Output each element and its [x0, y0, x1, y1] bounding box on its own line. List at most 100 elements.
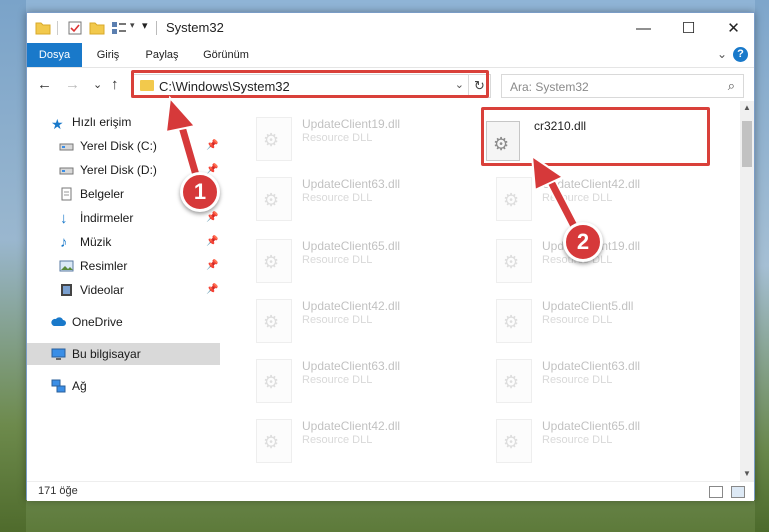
file-thumbnail: ⚙: [256, 177, 292, 221]
file-thumbnail: ⚙: [256, 117, 292, 161]
sidebar-item-quick-access[interactable]: ★ Hızlı erişim: [27, 111, 220, 133]
gear-icon: ⚙: [263, 312, 280, 332]
ribbon-tabs: Dosya Giriş Paylaş Görünüm ⌄ ?: [27, 43, 754, 67]
file-item[interactable]: ⚙ UpdateClient19.dll Resource DLL: [230, 109, 460, 165]
file-item[interactable]: ⚙ UpdateClient63.dll Resource DLL: [230, 169, 460, 225]
tab-file[interactable]: Dosya: [27, 43, 82, 67]
search-icon[interactable]: ⌕: [728, 78, 735, 94]
forward-button[interactable]: →: [65, 76, 80, 93]
scrollbar-thumb[interactable]: [742, 121, 752, 167]
search-box[interactable]: Ara: System32 ⌕: [501, 74, 744, 98]
recent-locations-button[interactable]: ⌄: [93, 78, 102, 91]
sidebar-item-label: İndirmeler: [80, 211, 134, 225]
cloud-icon: [51, 317, 66, 326]
gear-icon: ⚙: [503, 190, 520, 210]
file-type: Resource DLL: [302, 314, 373, 326]
file-name: UpdateClient65.dll: [302, 239, 401, 253]
star-icon: ★: [51, 116, 64, 132]
sidebar-item-music[interactable]: ♪ Müzik 📌: [27, 231, 220, 253]
pin-icon[interactable]: 📌: [206, 279, 218, 301]
sidebar-item-label: Yerel Disk (C:): [80, 139, 157, 153]
qa-separator: [57, 21, 58, 35]
new-folder-icon[interactable]: [89, 20, 105, 36]
title-separator: [156, 21, 157, 35]
tab-home[interactable]: Giriş: [89, 43, 127, 67]
file-type: Resource DLL: [302, 374, 373, 386]
file-item[interactable]: ⚙ UpdateClient42.dll Resource DLL: [230, 291, 460, 347]
help-icon[interactable]: ?: [733, 47, 748, 62]
file-thumbnail: ⚙: [256, 419, 292, 463]
tab-view[interactable]: Görünüm: [197, 43, 255, 67]
sidebar-item-this-pc[interactable]: Bu bilgisayar: [27, 343, 220, 365]
expand-ribbon-icon[interactable]: ⌄: [717, 47, 727, 61]
sidebar-item-videos[interactable]: Videolar 📌: [27, 279, 220, 301]
details-view-icon[interactable]: [709, 486, 723, 498]
file-type: Resource DLL: [542, 374, 613, 386]
video-icon: [61, 284, 72, 296]
sidebar-item-network[interactable]: Ağ: [27, 375, 220, 397]
scroll-down-icon[interactable]: ▼: [740, 467, 754, 481]
scroll-up-icon[interactable]: ▲: [740, 101, 754, 115]
up-button[interactable]: ↑: [111, 76, 119, 93]
file-thumbnail: ⚙: [256, 299, 292, 343]
qa-dropdown-icon[interactable]: ▾: [130, 20, 135, 31]
search-placeholder[interactable]: Ara: System32: [510, 80, 589, 94]
file-name: UpdateClient19.dll: [302, 117, 401, 131]
drive-icon: [59, 167, 74, 175]
sidebar-item-label: Bu bilgisayar: [72, 347, 141, 361]
folder-icon: [35, 22, 51, 35]
gear-icon: ⚙: [263, 252, 280, 272]
pin-icon[interactable]: 📌: [206, 135, 218, 157]
file-type: Resource DLL: [302, 254, 373, 266]
sidebar-item-onedrive[interactable]: OneDrive: [27, 311, 220, 333]
properties-icon[interactable]: [67, 20, 83, 36]
file-item[interactable]: ⚙ UpdateClient65.dll Resource DLL: [230, 231, 460, 287]
file-item[interactable]: ⚙ UpdateClient5.dll Resource DLL: [470, 291, 700, 347]
file-type: Resource DLL: [542, 314, 613, 326]
sidebar-item-label: Videolar: [80, 283, 124, 297]
sidebar-item-pictures[interactable]: Resimler 📌: [27, 255, 220, 277]
file-thumbnail: ⚙: [496, 299, 532, 343]
sidebar-item-label: Ağ: [72, 379, 87, 393]
desktop-background-right: [755, 0, 769, 532]
minimize-button[interactable]: —: [621, 13, 666, 43]
file-name: UpdateClient63.dll: [302, 359, 401, 373]
gear-icon: ⚙: [503, 252, 520, 272]
pin-icon[interactable]: 📌: [206, 255, 218, 277]
gear-icon: ⚙: [503, 312, 520, 332]
customize-qa-icon[interactable]: ▾: [142, 19, 148, 32]
large-icons-view-icon[interactable]: [731, 486, 745, 498]
download-icon: ↓: [60, 210, 68, 227]
file-type: Resource DLL: [542, 192, 613, 204]
file-item[interactable]: ⚙ UpdateClient42.dll Resource DLL: [470, 169, 700, 225]
item-count: 171 öğe: [38, 485, 78, 497]
callout-two: 2: [563, 222, 603, 262]
file-name: UpdateClient63.dll: [542, 359, 641, 373]
window-title: System32: [166, 20, 224, 35]
gear-icon: ⚙: [503, 432, 520, 452]
file-name: UpdateClient42.dll: [302, 299, 401, 313]
sidebar-item-local-disk-c[interactable]: Yerel Disk (C:) 📌: [27, 135, 220, 157]
file-item[interactable]: ⚙ UpdateClient63.dll Resource DLL: [470, 351, 700, 407]
vertical-scrollbar[interactable]: ▲ ▼: [740, 101, 754, 481]
title-bar: ▾ ▾ System32 — ☐ ✕: [27, 13, 754, 43]
pin-icon[interactable]: 📌: [206, 231, 218, 253]
sidebar-item-label: Yerel Disk (D:): [80, 163, 157, 177]
file-name: UpdateClient42.dll: [302, 419, 401, 433]
computer-icon: [51, 348, 66, 360]
file-highlight-box: [481, 107, 710, 166]
file-item[interactable]: ⚙ UpdateClient65.dll Resource DLL: [470, 411, 700, 467]
sidebar-item-label: Belgeler: [80, 187, 125, 201]
gear-icon: ⚙: [263, 130, 280, 150]
maximize-button[interactable]: ☐: [666, 13, 711, 43]
file-item[interactable]: ⚙ UpdateClient42.dll Resource DLL: [230, 411, 460, 467]
view-options-icon[interactable]: [111, 20, 127, 36]
sidebar-item-label: Hızlı erişim: [72, 115, 132, 129]
close-button[interactable]: ✕: [711, 13, 756, 43]
file-item[interactable]: ⚙ UpdateClient63.dll Resource DLL: [230, 351, 460, 407]
address-highlight-box: [131, 70, 489, 98]
gear-icon: ⚙: [503, 372, 520, 392]
documents-icon: [61, 187, 72, 201]
back-button[interactable]: ←: [37, 76, 52, 93]
tab-share[interactable]: Paylaş: [139, 43, 185, 67]
